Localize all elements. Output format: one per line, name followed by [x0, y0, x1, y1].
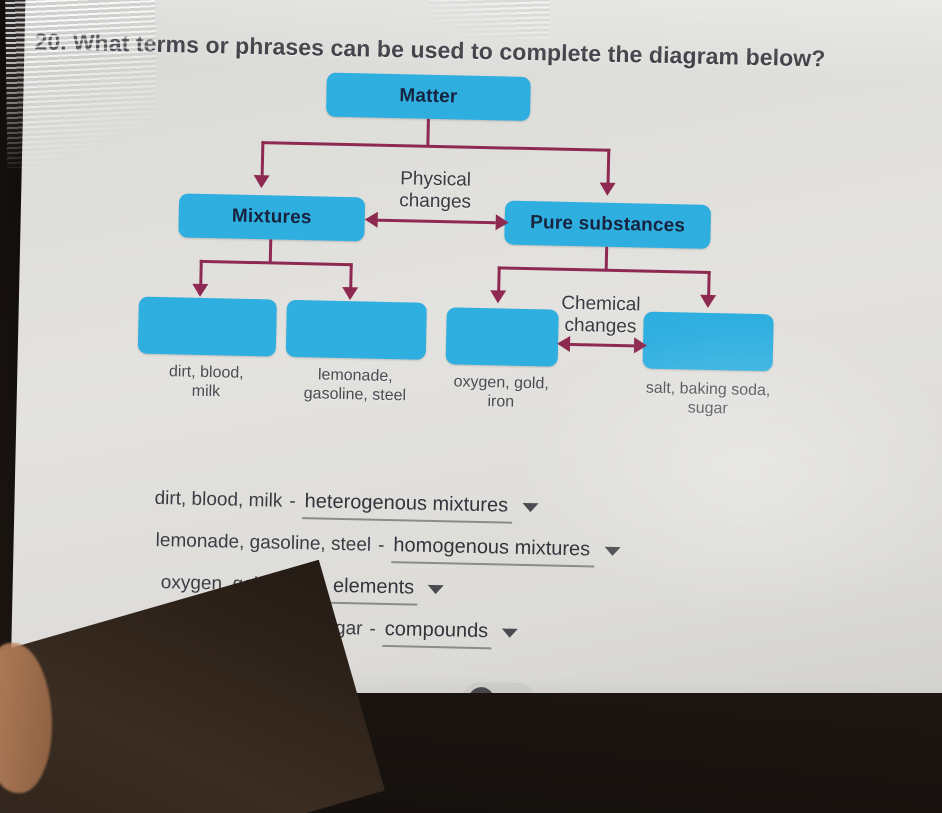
- node-pure-substances: Pure substances: [504, 200, 712, 249]
- node-mixtures-label: Mixtures: [231, 205, 312, 229]
- photographed-screen: 20.What terms or phrases can be used to …: [0, 0, 942, 813]
- edge-pure-stem: [604, 246, 609, 271]
- node-pure-substances-label: Pure substances: [529, 212, 686, 237]
- edge-mixtures-bus: [199, 259, 353, 267]
- caption-blank-2: lemonade, gasoline, steel: [303, 366, 407, 405]
- answer-prompt: lemonade, gasoline, steel: [155, 529, 372, 556]
- answer-dropdown-value[interactable]: elements: [330, 574, 419, 606]
- arrowhead-to-blank-1: [191, 283, 209, 298]
- arrowhead-physical-right: [495, 214, 509, 231]
- arrowhead-to-pure-substances: [599, 182, 616, 196]
- arrowhead-physical-left: [364, 211, 378, 228]
- edge-mixtures-stem: [268, 239, 273, 264]
- answer-row: dirt, blood, milk - heterogenous mixture…: [154, 487, 539, 524]
- answer-dropdown-value[interactable]: heterogenous mixtures: [302, 490, 513, 524]
- node-blank-1: [137, 296, 277, 357]
- arrowhead-to-mixtures: [253, 175, 270, 189]
- edge-to-mixtures: [260, 141, 265, 180]
- edge-level1-bus: [261, 141, 611, 152]
- answer-prompt: dirt, blood, milk: [154, 487, 283, 512]
- arrowhead-to-blank-2: [341, 286, 359, 301]
- answer-dash: -: [289, 490, 296, 513]
- arrowhead-to-blank-4: [699, 294, 717, 309]
- node-mixtures: Mixtures: [178, 193, 366, 242]
- screen-glare-soft: [512, 314, 942, 625]
- edge-physical-changes: [373, 218, 496, 225]
- edge-to-pure-substances: [606, 148, 611, 187]
- answer-dropdown-value[interactable]: compounds: [382, 617, 493, 650]
- caption-blank-1: dirt, blood, milk: [168, 363, 244, 401]
- chevron-down-icon[interactable]: [502, 628, 519, 638]
- chevron-down-icon[interactable]: [428, 584, 445, 595]
- node-matter-label: Matter: [399, 85, 458, 108]
- node-matter: Matter: [325, 72, 531, 122]
- node-blank-2: [285, 299, 427, 360]
- answer-dash: -: [377, 534, 385, 556]
- edge-label-physical-changes: Physical changes: [398, 168, 472, 213]
- edge-matter-stem: [426, 118, 430, 147]
- arrowhead-to-blank-3: [489, 290, 507, 304]
- answer-dash: -: [369, 618, 377, 640]
